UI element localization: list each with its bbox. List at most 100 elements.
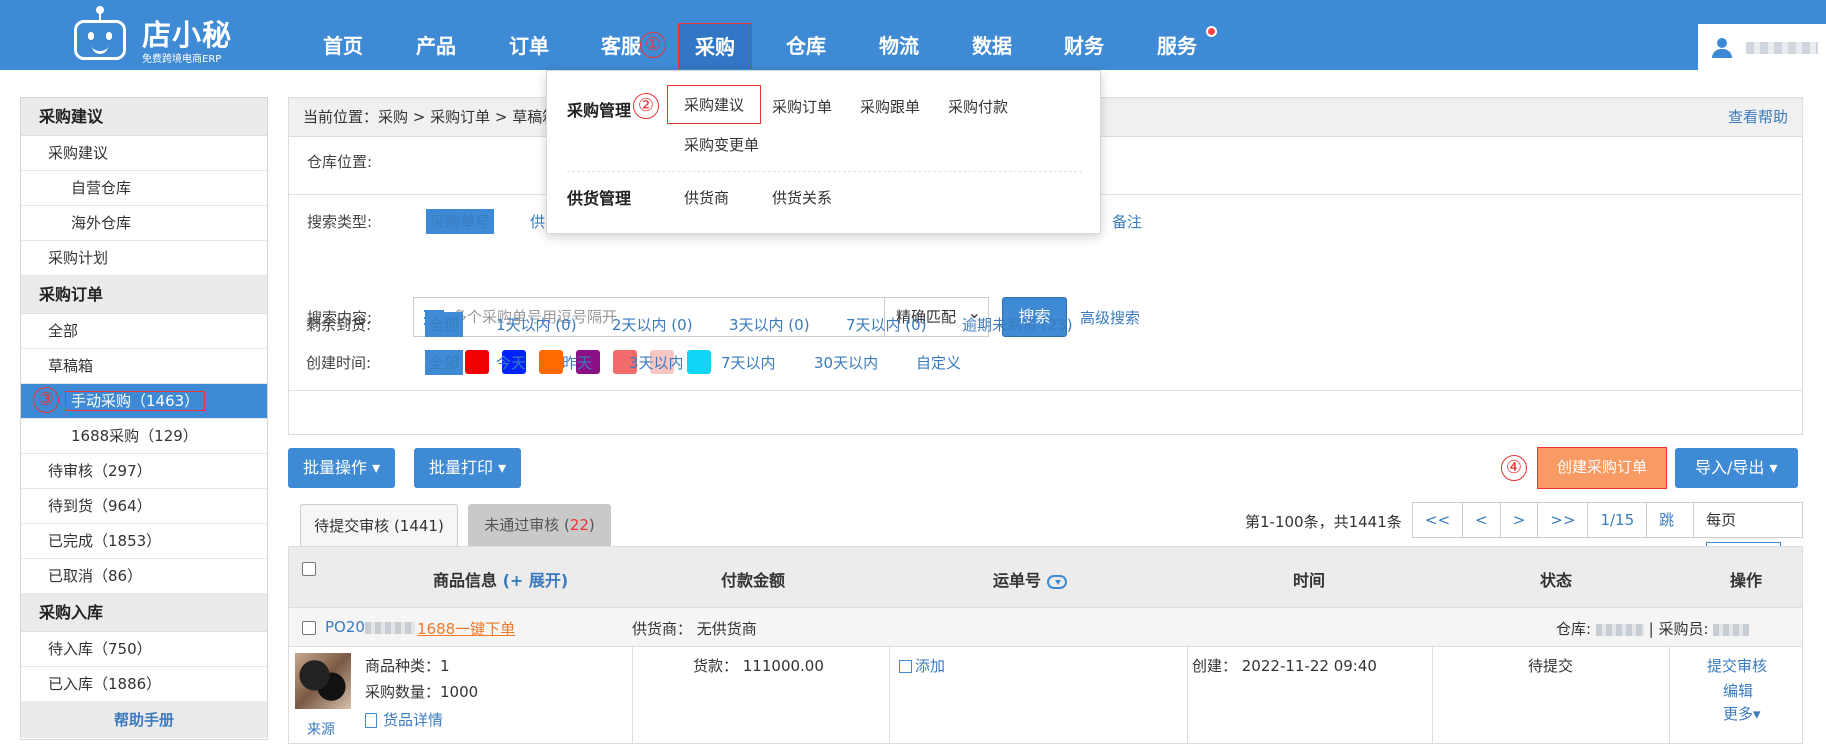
- created-option-3d[interactable]: 3天以内: [629, 352, 684, 373]
- nav-home[interactable]: 首页: [323, 0, 363, 70]
- edit-link[interactable]: 编辑: [1723, 680, 1753, 701]
- add-tracking-link[interactable]: 添加: [899, 655, 945, 676]
- annotation-marker-4: ④: [1501, 455, 1527, 481]
- color-tag-swatch[interactable]: [465, 350, 489, 374]
- quick-order-1688-link[interactable]: 1688一键下单: [417, 618, 515, 639]
- dropdown-item-supply-relations[interactable]: 供货关系: [772, 187, 832, 208]
- user-menu[interactable]: [1698, 24, 1826, 70]
- nav-services[interactable]: 服务: [1157, 0, 1197, 70]
- create-purchase-order-button[interactable]: 创建采购订单: [1537, 447, 1667, 489]
- remaining-option-2d[interactable]: 2天以内 (0): [612, 314, 693, 335]
- warehouse-blurred: [1595, 623, 1644, 636]
- remaining-option-1d[interactable]: 1天以内 (0): [496, 314, 577, 335]
- nav-purchasing[interactable]: 采购: [678, 23, 752, 69]
- remaining-label: 剩余到货:: [306, 316, 372, 334]
- annotation-marker-2: ②: [633, 93, 659, 119]
- sidebar-item-pending-inbound[interactable]: 待入库（750）: [21, 632, 267, 667]
- sidebar-item-own-warehouse[interactable]: 自营仓库: [21, 171, 267, 206]
- view-help-link[interactable]: 查看帮助: [1728, 98, 1788, 136]
- submit-review-link[interactable]: 提交审核: [1707, 655, 1767, 676]
- header-amount: 付款金额: [721, 571, 786, 590]
- header-time: 时间: [1293, 571, 1326, 590]
- search-type-po-number[interactable]: 采购单号: [426, 209, 495, 234]
- last-page-button[interactable]: >>: [1538, 503, 1589, 537]
- nav-finance[interactable]: 财务: [1064, 0, 1104, 70]
- product-kinds: 商品种类：1: [365, 657, 450, 675]
- sidebar: 采购建议 采购建议 自营仓库 海外仓库 采购计划 采购订单 全部 草稿箱 ③ 手动…: [20, 97, 268, 740]
- sidebar-item-overseas-warehouse[interactable]: 海外仓库: [21, 206, 267, 241]
- tab-rejected[interactable]: 未通过审核 (22): [468, 504, 611, 546]
- sidebar-item-manual-purchase-label: 手动采购（1463）: [65, 391, 206, 411]
- created-time: 创建： 2022-11-22 09:40: [1192, 657, 1377, 675]
- sidebar-item-pending-review[interactable]: 待审核（297）: [21, 454, 267, 489]
- cloud-download-icon[interactable]: [1047, 574, 1068, 589]
- color-tag-swatch[interactable]: [687, 350, 711, 374]
- tab-pending-submission[interactable]: 待提交审核 (1441): [300, 504, 458, 546]
- sidebar-item-awaiting-arrival[interactable]: 待到货（964）: [21, 489, 267, 524]
- sidebar-item-purchase-suggestion[interactable]: 采购建议: [21, 136, 267, 171]
- import-export-button[interactable]: 导入/导出 ▾: [1675, 448, 1798, 488]
- first-page-button[interactable]: <<: [1413, 503, 1464, 537]
- created-option-today[interactable]: 今天: [496, 352, 526, 373]
- order-checkbox[interactable]: [302, 621, 316, 635]
- dropdown-item-purchase-suggestion[interactable]: 采购建议: [667, 85, 762, 124]
- nav-logistics[interactable]: 物流: [879, 0, 919, 70]
- divider: [289, 390, 1802, 391]
- sidebar-item-inbounded[interactable]: 已入库（1886）: [21, 667, 267, 702]
- help-manual-link[interactable]: 帮助手册: [21, 702, 267, 738]
- created-option-30d[interactable]: 30天以内: [814, 352, 878, 373]
- sidebar-item-drafts[interactable]: 草稿箱: [21, 349, 267, 384]
- dropdown-item-purchase-orders[interactable]: 采购订单: [772, 96, 832, 117]
- advanced-search-link[interactable]: 高级搜索: [1080, 307, 1140, 328]
- created-option-yesterday[interactable]: 昨天: [562, 352, 592, 373]
- sidebar-item-all[interactable]: 全部: [21, 314, 267, 349]
- search-type-label: 搜索类型:: [307, 213, 373, 231]
- sidebar-item-1688-purchase[interactable]: 1688采购（129）: [21, 419, 267, 454]
- created-option-7d[interactable]: 7天以内: [721, 352, 776, 373]
- batch-print-button[interactable]: 批量打印 ▾: [414, 448, 522, 488]
- tab-rejected-close: ): [588, 516, 595, 534]
- purchasing-dropdown-menu: 采购管理 ② 采购建议 采购订单 采购跟单 采购付款 采购变更单 供货管理 供货…: [546, 70, 1101, 234]
- product-thumbnail[interactable]: [295, 653, 351, 709]
- sidebar-item-cancelled[interactable]: 已取消（86）: [21, 559, 267, 594]
- remaining-option-all[interactable]: 全部: [425, 312, 464, 337]
- annotation-marker-3: ③: [33, 387, 59, 413]
- sidebar-item-purchase-plan[interactable]: 采购计划: [21, 241, 267, 276]
- jump-button[interactable]: 跳转: [1647, 503, 1695, 563]
- select-all-checkbox[interactable]: [302, 562, 316, 576]
- remaining-option-overdue[interactable]: 逾期未到货 (23): [962, 314, 1073, 335]
- dropdown-item-suppliers[interactable]: 供货商: [684, 187, 729, 208]
- po-number-blurred: [364, 621, 415, 634]
- nav-customer-service[interactable]: 客服: [601, 0, 641, 70]
- order-warehouse: 仓库: | 采购员:: [1556, 618, 1750, 639]
- color-tag-swatch[interactable]: [539, 350, 563, 374]
- created-option-all[interactable]: 全部: [425, 350, 464, 375]
- nav-warehouse[interactable]: 仓库: [786, 0, 826, 70]
- remaining-option-7d[interactable]: 7天以内 (0): [846, 314, 927, 335]
- annotation-marker-1: ①: [640, 32, 666, 58]
- more-actions-link[interactable]: 更多▾: [1723, 703, 1761, 724]
- nav-products[interactable]: 产品: [416, 0, 456, 70]
- sidebar-item-completed[interactable]: 已完成（1853）: [21, 524, 267, 559]
- sidebar-item-manual-purchase[interactable]: ③ 手动采购（1463）: [21, 384, 267, 419]
- search-type-partial[interactable]: 供: [530, 211, 545, 232]
- expand-link[interactable]: (+ 展开): [503, 571, 569, 590]
- page-range: 第1-100条，共1441条: [1245, 513, 1402, 531]
- prev-page-button[interactable]: <: [1463, 503, 1501, 537]
- goods-details-link[interactable]: 货品详情: [365, 709, 443, 730]
- nav-data[interactable]: 数据: [972, 0, 1012, 70]
- remaining-option-3d[interactable]: 3天以内 (0): [729, 314, 810, 335]
- created-time-label: 创建时间:: [306, 354, 372, 372]
- dropdown-item-purchase-payment[interactable]: 采购付款: [948, 96, 1008, 117]
- created-option-custom[interactable]: 自定义: [916, 352, 961, 373]
- logo[interactable]: 店小秘 免费跨境电商ERP: [74, 6, 244, 65]
- next-page-button[interactable]: >: [1501, 503, 1539, 537]
- source-link[interactable]: 来源: [307, 719, 335, 739]
- dropdown-item-purchase-change-order[interactable]: 采购变更单: [684, 134, 759, 155]
- search-type-note[interactable]: 备注: [1112, 211, 1142, 232]
- dropdown-item-purchase-tracking[interactable]: 采购跟单: [860, 96, 920, 117]
- goods-details-label: 货品详情: [383, 711, 444, 729]
- batch-operations-button[interactable]: 批量操作 ▾: [288, 448, 396, 488]
- po-number[interactable]: PO20: [325, 618, 415, 636]
- nav-orders[interactable]: 订单: [509, 0, 549, 70]
